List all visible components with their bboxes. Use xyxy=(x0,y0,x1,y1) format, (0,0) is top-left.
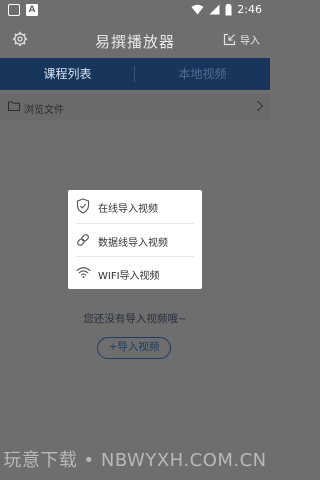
status-time: 2:46 xyxy=(237,3,262,16)
notification-a-icon: A xyxy=(26,4,38,16)
notification-icon xyxy=(8,4,20,16)
import-icon xyxy=(223,33,236,46)
shield-check-icon xyxy=(76,198,90,214)
menu-item-wifi-import[interactable]: WIFI导入视频 xyxy=(68,257,202,290)
wifi-icon xyxy=(76,267,91,278)
folder-icon xyxy=(8,101,20,111)
app-toolbar: 易撰播放器 导入 xyxy=(0,22,270,58)
menu-item-label: 数据线导入视频 xyxy=(98,238,168,249)
tab-bar: 课程列表 本地视频 xyxy=(0,58,270,90)
empty-state-message: 您还没有导入视频哦~ xyxy=(83,313,187,325)
import-video-button[interactable]: +导入视频 xyxy=(97,337,171,359)
chevron-right-icon xyxy=(257,100,264,112)
menu-item-label: 在线导入视频 xyxy=(98,204,158,215)
watermark: 玩意下载 • NBWYXH.COM.CN xyxy=(3,450,267,471)
menu-item-label: WIFI导入视频 xyxy=(98,271,160,282)
import-label: 导入 xyxy=(240,36,260,47)
wifi-status-icon xyxy=(191,4,204,15)
status-bar: A 2:46 xyxy=(0,0,270,22)
content-area xyxy=(0,120,270,480)
menu-item-cable-import[interactable]: 数据线导入视频 xyxy=(68,224,202,257)
import-popup-menu: 在线导入视频 数据线导入视频 WIFI导入视频 xyxy=(68,190,202,289)
browse-files-row[interactable]: 浏览文件 xyxy=(0,94,270,120)
link-icon xyxy=(77,234,89,246)
tab-course-list[interactable]: 课程列表 xyxy=(0,58,135,90)
signal-icon xyxy=(209,4,220,15)
menu-item-online-import[interactable]: 在线导入视频 xyxy=(68,190,202,223)
tab-local-video[interactable]: 本地视频 xyxy=(135,58,270,90)
battery-icon xyxy=(225,3,232,15)
browse-files-label: 浏览文件 xyxy=(24,105,64,116)
import-button[interactable]: 导入 xyxy=(223,32,260,47)
